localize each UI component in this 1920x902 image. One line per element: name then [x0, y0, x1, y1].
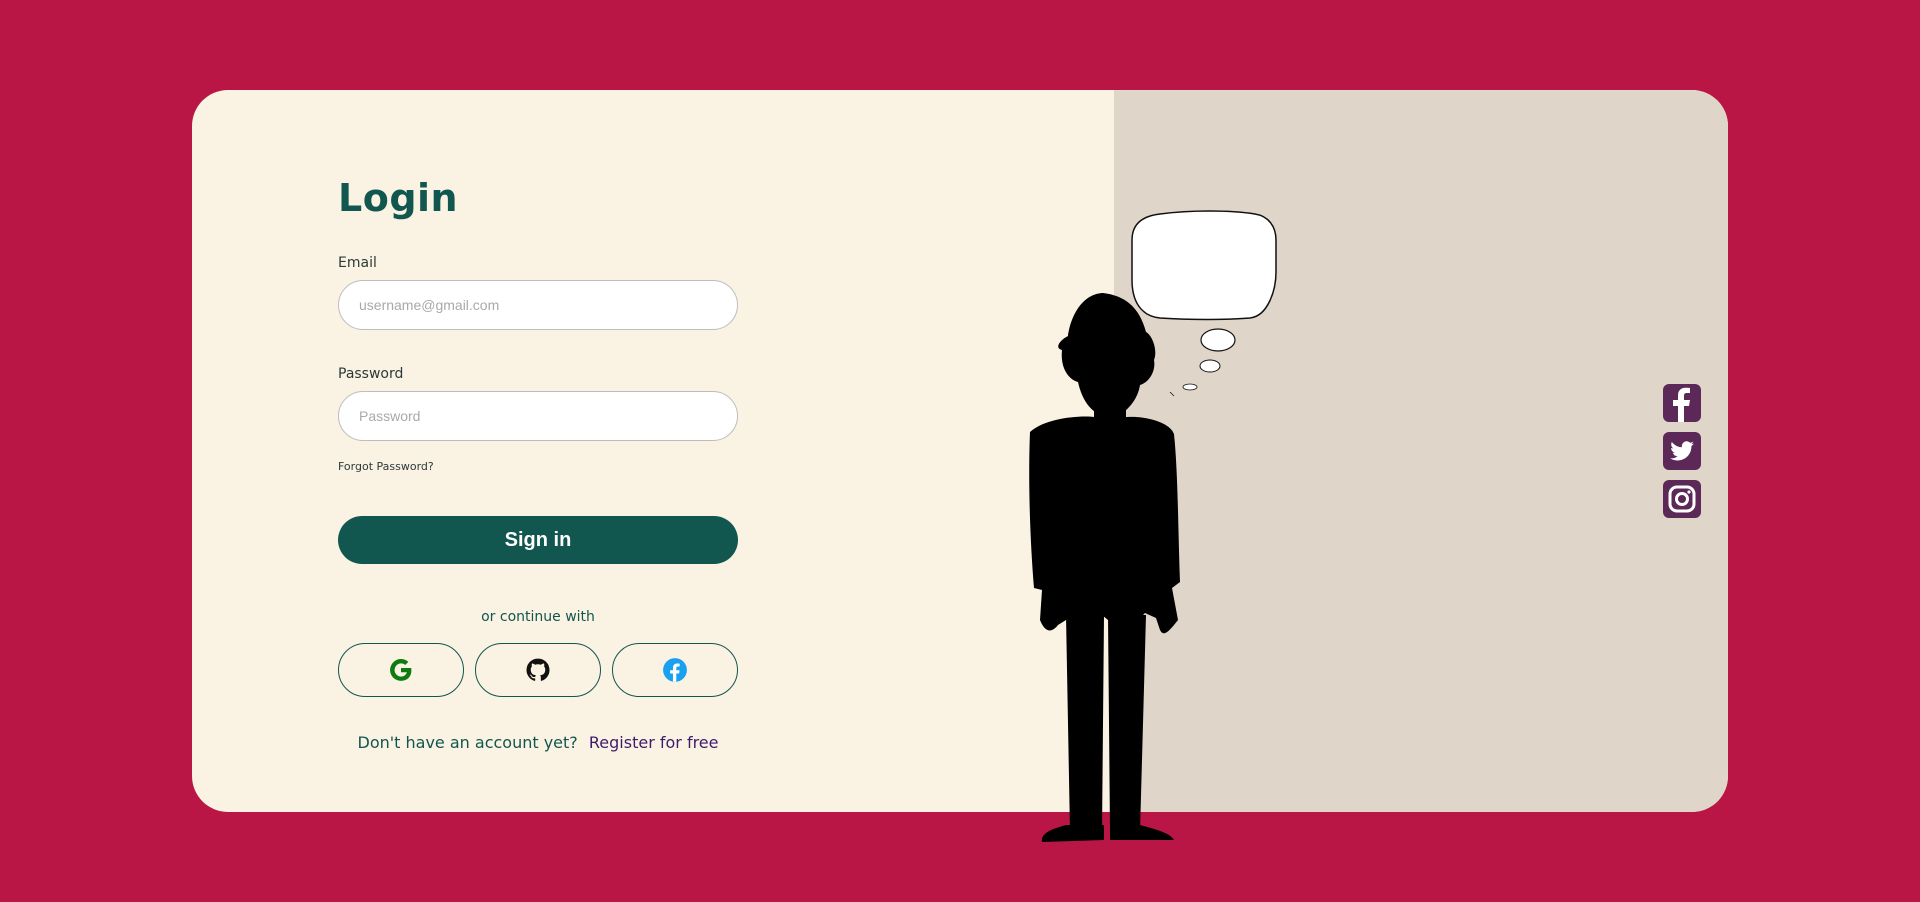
google-icon: [390, 658, 412, 681]
instagram-link[interactable]: [1663, 480, 1701, 518]
google-login-button[interactable]: [338, 643, 464, 697]
password-field[interactable]: [338, 391, 738, 441]
continue-with-text: or continue with: [481, 609, 595, 625]
register-link[interactable]: Register for free: [589, 733, 719, 752]
page-title: Login: [338, 176, 459, 220]
password-label: Password: [338, 366, 404, 382]
email-field[interactable]: [338, 280, 738, 330]
thought-bubble-illustration: [1131, 210, 1277, 397]
forgot-password-link[interactable]: Forgot Password?: [338, 460, 434, 473]
twitter-link[interactable]: [1663, 432, 1701, 470]
facebook-link[interactable]: [1663, 384, 1701, 422]
github-login-button[interactable]: [475, 643, 601, 697]
facebook-icon: [1673, 387, 1690, 422]
instagram-icon: [1668, 485, 1696, 513]
twitter-icon: [1670, 441, 1694, 461]
email-label: Email: [338, 255, 377, 271]
facebook-icon: [663, 658, 687, 682]
register-prompt: Don't have an account yet?: [357, 733, 578, 752]
login-card: Login Email Password Forgot Password? Si…: [192, 90, 1728, 812]
facebook-login-button[interactable]: [612, 643, 738, 697]
social-sidebar: [1663, 384, 1701, 528]
github-icon: [526, 658, 550, 681]
register-line: Don't have an account yet? Register for …: [338, 733, 738, 752]
sign-in-button[interactable]: Sign in: [338, 516, 738, 564]
